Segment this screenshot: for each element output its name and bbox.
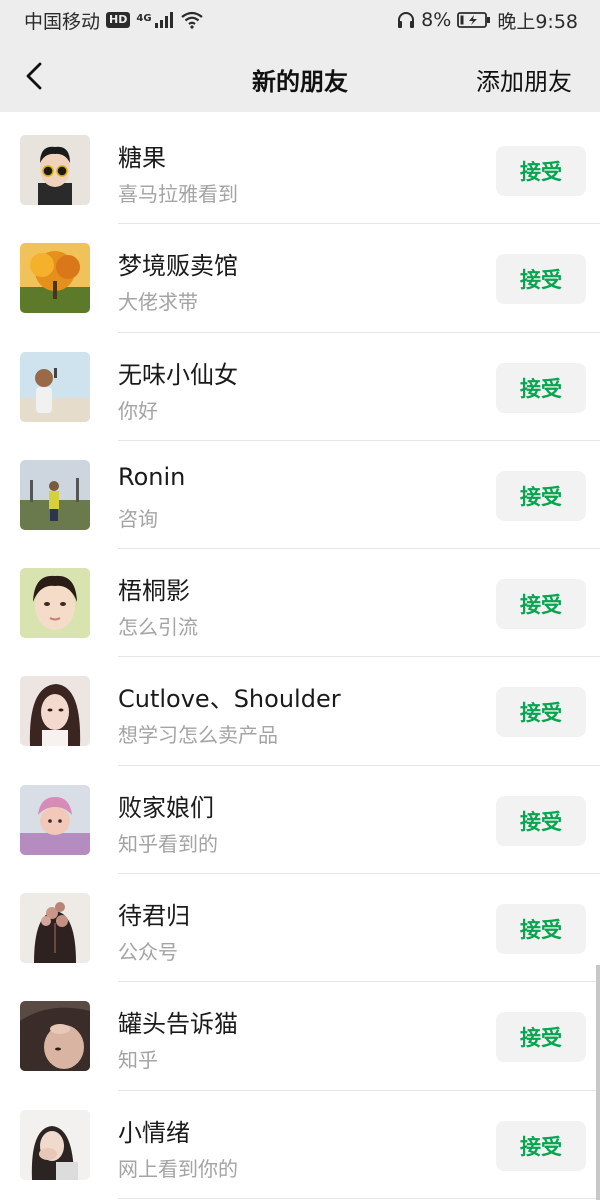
avatar[interactable] [20, 568, 90, 639]
navigation-bar: 新的朋友 添加朋友 [0, 40, 600, 112]
avatar[interactable] [20, 243, 90, 314]
wifi-icon [180, 11, 203, 29]
requester-name: 无味小仙女 [118, 360, 238, 389]
signal-icon [154, 12, 175, 28]
requester-name: 罐头告诉猫 [118, 1010, 238, 1039]
accept-button[interactable]: 接受 [496, 146, 586, 196]
requester-name: 梧桐影 [118, 577, 190, 606]
friend-request-row[interactable]: 无味小仙女 你好 接受 [0, 333, 600, 441]
request-message: 咨询 [118, 506, 158, 531]
hd-badge: HD [106, 12, 131, 28]
avatar[interactable] [20, 893, 90, 964]
back-button[interactable] [18, 58, 52, 94]
status-left: 中国移动 HD 4G [24, 7, 203, 34]
requester-name: 败家娘们 [118, 793, 214, 822]
requester-name: 待君归 [118, 902, 190, 931]
scrollbar[interactable] [596, 965, 600, 1200]
battery-charging-icon [457, 11, 491, 29]
accept-button[interactable]: 接受 [496, 795, 586, 846]
friend-request-row[interactable]: 待君归 公众号 接受 [0, 874, 600, 983]
avatar[interactable] [20, 1109, 90, 1180]
avatar[interactable] [20, 676, 90, 747]
request-message: 怎么引流 [118, 615, 198, 640]
accept-button[interactable]: 接受 [496, 362, 586, 413]
accept-button[interactable]: 接受 [496, 579, 586, 630]
request-message: 你好 [118, 398, 158, 423]
requester-name: 梦境贩卖馆 [118, 252, 238, 281]
requester-name: Cutlove、Shoulder [118, 685, 341, 714]
accept-button[interactable]: 接受 [496, 904, 586, 955]
friend-request-row[interactable]: 梧桐影 怎么引流 接受 [0, 549, 600, 658]
friend-request-row[interactable]: 糖果 喜马拉雅看到 接受 [0, 116, 600, 225]
accept-button[interactable]: 接受 [496, 470, 586, 521]
requester-name: 糖果 [118, 144, 166, 172]
carrier-label: 中国移动 [24, 10, 101, 33]
accept-button[interactable]: 接受 [496, 254, 586, 305]
accept-button[interactable]: 接受 [496, 1120, 586, 1171]
request-message: 网上看到你的 [118, 1156, 238, 1181]
friend-request-row[interactable]: 小情绪 网上看到你的 接受 [0, 1091, 600, 1199]
add-friend-button[interactable]: 添加朋友 [476, 62, 572, 97]
avatar[interactable] [20, 135, 90, 205]
request-message: 想学习怎么卖产品 [118, 723, 278, 748]
friend-request-row[interactable]: Cutlove、Shoulder 想学习怎么卖产品 接受 [0, 657, 600, 766]
avatar[interactable] [20, 1001, 90, 1072]
request-message: 公众号 [118, 940, 178, 965]
request-message: 知乎看到的 [118, 831, 218, 856]
requester-name: 小情绪 [118, 1118, 190, 1147]
avatar[interactable] [20, 459, 90, 530]
friend-request-row[interactable]: 败家娘们 知乎看到的 接受 [0, 766, 600, 875]
requester-name: Ronin [118, 462, 186, 491]
chevron-left-icon [18, 58, 52, 94]
request-message: 喜马拉雅看到 [118, 182, 238, 206]
avatar[interactable] [20, 784, 90, 855]
friend-request-row[interactable]: 罐头告诉猫 知乎 接受 [0, 982, 600, 1091]
request-message: 大佬求带 [118, 290, 198, 315]
friend-request-row[interactable]: 梦境贩卖馆 大佬求带 接受 [0, 224, 600, 333]
clock-label: 晚上9:58 [497, 10, 578, 33]
accept-button[interactable]: 接受 [496, 687, 586, 738]
network-type-label: 4G [136, 12, 152, 24]
friend-request-row[interactable]: Ronin 咨询 接受 [0, 441, 600, 550]
friend-request-list: 糖果 喜马拉雅看到 接受 梦境贩卖馆 大佬求带 接受 无味小仙女 你好 接受 R… [0, 116, 600, 1199]
headphones-icon [397, 11, 415, 29]
battery-percent-label: 8% [421, 9, 452, 31]
avatar[interactable] [20, 351, 90, 422]
status-right: 8% 晚上9:58 [397, 7, 578, 34]
status-bar: 中国移动 HD 4G 8% 晚上9:58 [0, 0, 600, 40]
row-divider [118, 1197, 600, 1199]
request-message: 知乎 [118, 1048, 158, 1073]
accept-button[interactable]: 接受 [496, 1012, 586, 1063]
